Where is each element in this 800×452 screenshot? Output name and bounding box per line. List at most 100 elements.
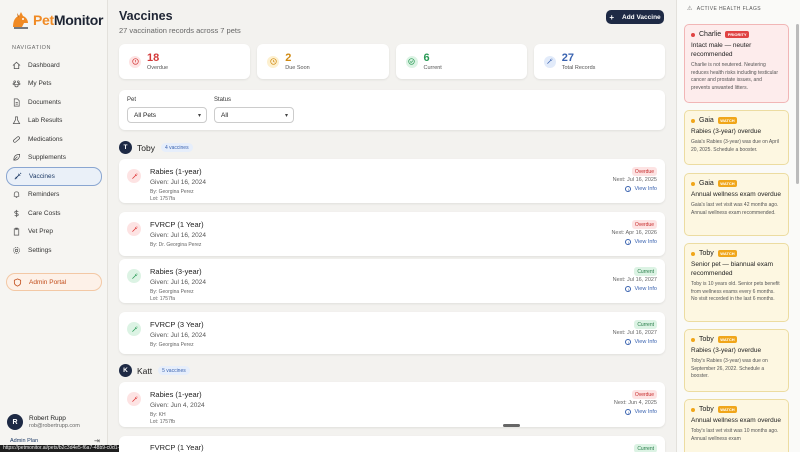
flag-body: Gaia's Rabies (3-year) was due on April … (691, 139, 779, 153)
flag-title: Rabies (3-year) overdue (691, 347, 762, 354)
pet-filter-value: All Pets (134, 111, 157, 119)
admin-portal-label: Admin Portal (29, 278, 67, 286)
pet-filter-label: Pet (127, 97, 137, 103)
vaccine-card[interactable]: FVRCP (1 Year) Current (119, 436, 665, 452)
flag-dot (691, 337, 695, 342)
scroll-handle[interactable] (503, 424, 520, 427)
vaccine-administered-by: By: Georgina Perez (150, 189, 194, 195)
info-icon: i (625, 239, 632, 245)
vaccine-next-date: Next: Jun 4, 2025 (613, 400, 657, 406)
status-badge: Current (634, 320, 657, 329)
sidebar-item-supplements[interactable]: Supplements (6, 149, 102, 168)
health-flags-panel: ⚠ Active Health Flags Charlie PRIORITY I… (676, 0, 800, 452)
flag-title: Annual wellness exam overdue (691, 191, 781, 198)
vaccine-name: Rabies (1-year) (150, 167, 202, 176)
vaccine-card[interactable]: FVRCP (3 Year) Given: Jul 16, 2024 By: G… (119, 312, 665, 354)
health-flag-card[interactable]: Charlie PRIORITY Intact male — neuter re… (684, 24, 789, 103)
sidebar-item-lab-results[interactable]: Lab Results (6, 112, 102, 131)
pet-group-name: Katt (137, 365, 153, 376)
pet-avatar: K (119, 364, 132, 377)
status-badge: Current (634, 267, 657, 276)
user-profile[interactable]: R Robert Rupp rob@robertrupp.com (7, 414, 80, 430)
flag-tag: WATCH (717, 117, 738, 124)
vaccine-name: FVRCP (1 Year) (150, 220, 204, 229)
sidebar-item-settings[interactable]: Settings (6, 241, 102, 260)
chevron-down-icon: ▾ (284, 113, 288, 119)
status-badge: Current (634, 444, 657, 452)
flag-pet-name: Toby (699, 250, 714, 257)
vaccine-administered-by: By: Georgina Perez (150, 342, 194, 348)
sidebar-item-care-costs[interactable]: Care Costs (6, 204, 102, 223)
health-flag-card[interactable]: Toby WATCH Annual wellness exam overdue … (684, 399, 789, 452)
vaccine-card[interactable]: Rabies (1-year) Given: Jul 16, 2024 By: … (119, 159, 665, 203)
flag-pet-name: Toby (699, 406, 714, 413)
sidebar-item-documents[interactable]: Documents (6, 93, 102, 112)
vaccine-card[interactable]: Rabies (1-year) Given: Jun 4, 2024 By: K… (119, 382, 665, 427)
logout-icon[interactable]: ⇥ (94, 437, 100, 445)
info-icon: i (625, 339, 632, 345)
sidebar-item-medications[interactable]: Medications (6, 130, 102, 149)
filter-bar: Pet All Pets ▾ Status All ▾ (119, 90, 665, 130)
alert-icon (129, 55, 141, 68)
stats-row: 18 Overdue 2 Due Soon 6 Current 27 Total Rec… (119, 44, 665, 79)
health-flag-card[interactable]: Gaia WATCH Annual wellness exam overdue … (684, 173, 789, 236)
vaccine-card[interactable]: Rabies (3-year) Given: Jul 16, 2024 By: … (119, 259, 665, 303)
app-name: PetMonitor (33, 12, 104, 28)
sidebar-item-vet-prep[interactable]: Vet Prep (6, 223, 102, 242)
health-flag-card[interactable]: Gaia WATCH Rabies (3-year) overdue Gaia'… (684, 110, 789, 165)
add-vaccine-label: Add Vaccine (622, 13, 661, 21)
sidebar-item-reminders[interactable]: Reminders (6, 186, 102, 205)
sidebar-item-vaccines[interactable]: Vaccines (6, 167, 102, 186)
vaccine-given-date: Given: Jul 16, 2024 (150, 232, 207, 239)
view-info-link[interactable]: i View Info (625, 186, 657, 192)
vaccine-name: Rabies (1-year) (150, 390, 202, 399)
shield-icon (13, 277, 22, 287)
main-content: Vaccines 27 vaccination records across 7… (108, 0, 676, 452)
view-info-link[interactable]: i View Info (625, 339, 657, 345)
vaccine-next-date: Next: Jul 16, 2027 (612, 277, 657, 283)
vaccine-given-date: Given: Jun 4, 2024 (150, 402, 205, 409)
stat-value: 18 (147, 51, 160, 64)
stat-value: 27 (561, 51, 574, 64)
stat-card-current[interactable]: 6 Current (395, 44, 527, 79)
view-info-link[interactable]: i View Info (625, 409, 657, 415)
vaccine-next-date: Next: Jul 16, 2025 (612, 177, 657, 183)
health-flag-card[interactable]: Toby WATCH Senior pet — biannual exam re… (684, 243, 789, 322)
flag-pet-name: Charlie (699, 31, 722, 38)
vaccine-administered-by: By: Dr. Georgina Perez (150, 242, 202, 248)
flag-dot (691, 118, 695, 123)
sidebar-item-my-pets[interactable]: My Pets (6, 75, 102, 94)
stat-card-total[interactable]: 27 Total Records (533, 44, 665, 79)
stat-value: 6 (423, 51, 430, 64)
flag-dot (691, 251, 695, 256)
stat-card-due-soon[interactable]: 2 Due Soon (257, 44, 389, 79)
sidebar-item-label: Dashboard (28, 61, 60, 69)
stat-label: Total Records (561, 64, 596, 71)
stat-card-overdue[interactable]: 18 Overdue (119, 44, 251, 79)
flag-tag: WATCH (717, 406, 738, 413)
sidebar-item-dashboard[interactable]: Dashboard (6, 56, 102, 75)
health-flag-card[interactable]: Toby WATCH Rabies (3-year) overdue Toby'… (684, 329, 789, 392)
stat-label: Due Soon (285, 64, 310, 71)
app-logo[interactable]: PetMonitor (10, 9, 103, 31)
admin-portal-button[interactable]: Admin Portal (6, 273, 102, 291)
scrollbar[interactable] (796, 24, 799, 184)
status-filter-label: Status (214, 97, 232, 103)
pet-group-header: T Toby 4 vaccines (119, 141, 193, 154)
syringe-icon (543, 55, 556, 68)
status-filter-select[interactable]: All ▾ (214, 107, 294, 123)
view-info-link[interactable]: i View Info (625, 286, 657, 292)
add-vaccine-button[interactable]: + Add Vaccine (606, 10, 664, 24)
flag-body: Toby's Rabies (3-year) was due on Septem… (691, 358, 768, 379)
user-name: Robert Rupp (29, 415, 66, 422)
clock-icon (267, 55, 280, 68)
sidebar-item-label: Medications (28, 135, 63, 143)
pet-filter-select[interactable]: All Pets ▾ (127, 107, 207, 123)
stat-label: Overdue (147, 64, 169, 71)
flag-tag: PRIORITY (725, 31, 750, 38)
vaccine-lot: Lot: 1757fa (150, 296, 176, 302)
view-info-link[interactable]: i View Info (625, 239, 657, 245)
pet-avatar: T (119, 141, 132, 154)
flag-title: Annual wellness exam overdue (691, 417, 781, 424)
vaccine-card[interactable]: FVRCP (1 Year) Given: Jul 16, 2024 By: D… (119, 212, 665, 256)
